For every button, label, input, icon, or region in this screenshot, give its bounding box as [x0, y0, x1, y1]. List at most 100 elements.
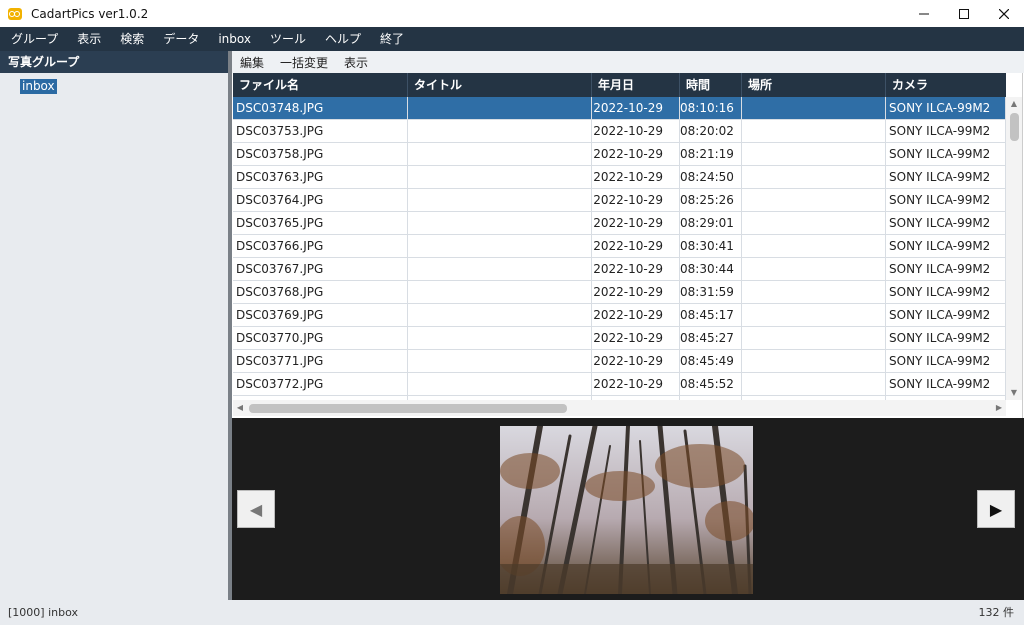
title-cell: [408, 212, 592, 234]
place-cell: [742, 304, 886, 326]
table-row[interactable]: DSC03769.JPG 2022-10-29 08:45:17 SONY ILCA-…: [233, 304, 1006, 327]
vertical-scrollbar[interactable]: ▲ ▼: [1006, 97, 1022, 400]
toolbar: 編集 一括変更 表示: [232, 51, 1024, 73]
table-row[interactable]: DSC03767.JPG 2022-10-29 08:30:44 SONY ILCA-…: [233, 258, 1006, 281]
title-cell: [408, 143, 592, 165]
filename-cell: DSC03772.JPG: [233, 373, 408, 395]
camera-cell: SONY ILCA-99M2: [886, 281, 1006, 303]
edit-button[interactable]: 編集: [232, 54, 272, 71]
place-cell: [742, 97, 886, 119]
next-photo-button[interactable]: ▶: [977, 490, 1015, 528]
place-cell: [742, 212, 886, 234]
filename-cell: DSC03763.JPG: [233, 166, 408, 188]
close-button[interactable]: [984, 0, 1024, 27]
time-cell: 08:31:59: [680, 281, 742, 303]
table-row[interactable]: DSC03763.JPG 2022-10-29 08:24:50 SONY ILCA-…: [233, 166, 1006, 189]
column-header-date[interactable]: 年月日: [592, 73, 680, 97]
column-header-title[interactable]: タイトル: [408, 73, 592, 97]
scroll-up-icon[interactable]: ▲: [1006, 97, 1022, 111]
maximize-button[interactable]: [944, 0, 984, 27]
menu-tools[interactable]: ツール: [262, 27, 314, 51]
table-row[interactable]: DSC03771.JPG 2022-10-29 08:45:49 SONY ILCA-…: [233, 350, 1006, 373]
place-cell: [742, 281, 886, 303]
window-controls: [904, 0, 1024, 27]
table-row[interactable]: DSC03772.JPG 2022-10-29 08:45:52 SONY ILCA-…: [233, 373, 1006, 396]
time-cell: 08:21:19: [680, 143, 742, 165]
date-cell: 2022-10-29: [592, 350, 680, 372]
filename-cell: DSC03748.JPG: [233, 97, 408, 119]
minimize-button[interactable]: [904, 0, 944, 27]
time-cell: 08:10:16: [680, 97, 742, 119]
filename-cell: DSC03771.JPG: [233, 350, 408, 372]
title-cell: [408, 166, 592, 188]
column-header-time[interactable]: 時間: [680, 73, 742, 97]
scroll-right-icon[interactable]: ▶: [992, 400, 1006, 416]
filename-cell: DSC03765.JPG: [233, 212, 408, 234]
menu-group[interactable]: グループ: [3, 27, 66, 51]
menu-data[interactable]: データ: [155, 27, 207, 51]
menu-exit[interactable]: 終了: [372, 27, 412, 51]
menu-inbox[interactable]: inbox: [210, 27, 259, 51]
place-cell: [742, 189, 886, 211]
place-cell: [742, 373, 886, 395]
filename-cell: DSC03753.JPG: [233, 120, 408, 142]
horizontal-scrollbar[interactable]: ◀ ▶: [233, 400, 1006, 416]
previous-photo-button[interactable]: ◀: [237, 490, 275, 528]
scroll-left-icon[interactable]: ◀: [233, 400, 247, 416]
table-row[interactable]: DSC03765.JPG 2022-10-29 08:29:01 SONY ILCA-…: [233, 212, 1006, 235]
horizontal-scroll-thumb[interactable]: [249, 404, 567, 413]
camera-cell: SONY ILCA-99M2: [886, 120, 1006, 142]
camera-cell: SONY ILCA-99M2: [886, 373, 1006, 395]
batch-change-button[interactable]: 一括変更: [272, 54, 336, 71]
time-cell: 08:45:52: [680, 373, 742, 395]
time-cell: 08:30:44: [680, 258, 742, 280]
title-cell: [408, 281, 592, 303]
main-pane: 編集 一括変更 表示 ファイル名 タイトル 年月日 時間 場所 カメラ DSC0…: [232, 51, 1024, 600]
camera-cell: SONY ILCA-99M2: [886, 327, 1006, 349]
menu-bar: グループ 表示 検索 データ inbox ツール ヘルプ 終了: [0, 27, 1024, 51]
place-cell: [742, 235, 886, 257]
menu-view[interactable]: 表示: [69, 27, 109, 51]
place-cell: [742, 327, 886, 349]
title-cell: [408, 373, 592, 395]
date-cell: 2022-10-29: [592, 143, 680, 165]
date-cell: 2022-10-29: [592, 327, 680, 349]
table-body: DSC03748.JPG 2022-10-29 08:10:16 SONY ILCA-…: [233, 97, 1006, 400]
table-row[interactable]: DSC03768.JPG 2022-10-29 08:31:59 SONY ILCA-…: [233, 281, 1006, 304]
group-item-inbox[interactable]: inbox: [20, 79, 57, 94]
column-header-place[interactable]: 場所: [742, 73, 886, 97]
table-row[interactable]: DSC03764.JPG 2022-10-29 08:25:26 SONY ILCA-…: [233, 189, 1006, 212]
table-row[interactable]: DSC03758.JPG 2022-10-29 08:21:19 SONY ILCA-…: [233, 143, 1006, 166]
camera-cell: SONY ILCA-99M2: [886, 143, 1006, 165]
filename-cell: DSC03766.JPG: [233, 235, 408, 257]
table-row[interactable]: DSC03748.JPG 2022-10-29 08:10:16 SONY ILCA-…: [233, 97, 1006, 120]
scroll-down-icon[interactable]: ▼: [1006, 386, 1022, 400]
status-count: 132 件: [978, 606, 1015, 619]
title-cell: [408, 97, 592, 119]
title-bar: CadartPics ver1.0.2: [0, 0, 1024, 27]
table-row[interactable]: DSC03766.JPG 2022-10-29 08:30:41 SONY ILCA-…: [233, 235, 1006, 258]
date-cell: 2022-10-29: [592, 373, 680, 395]
triangle-left-icon: ◀: [249, 499, 263, 519]
title-cell: [408, 120, 592, 142]
date-cell: 2022-10-29: [592, 258, 680, 280]
column-header-filename[interactable]: ファイル名: [233, 73, 408, 97]
title-cell: [408, 235, 592, 257]
title-cell: [408, 350, 592, 372]
filename-cell: DSC03770.JPG: [233, 327, 408, 349]
table-row[interactable]: DSC03753.JPG 2022-10-29 08:20:02 SONY ILCA-…: [233, 120, 1006, 143]
column-header-camera[interactable]: カメラ: [886, 73, 1006, 97]
vertical-scroll-thumb[interactable]: [1010, 113, 1019, 141]
time-cell: 08:45:27: [680, 327, 742, 349]
minimize-icon: [919, 13, 929, 14]
photo-viewer: ◀ ▶: [232, 418, 1024, 600]
filename-cell: DSC03769.JPG: [233, 304, 408, 326]
date-cell: 2022-10-29: [592, 304, 680, 326]
photo-preview: [500, 426, 753, 594]
table-row[interactable]: DSC03770.JPG 2022-10-29 08:45:27 SONY ILCA-…: [233, 327, 1006, 350]
view-button[interactable]: 表示: [336, 54, 376, 71]
menu-search[interactable]: 検索: [112, 27, 152, 51]
camera-cell: SONY ILCA-99M2: [886, 258, 1006, 280]
menu-help[interactable]: ヘルプ: [317, 27, 369, 51]
date-cell: 2022-10-29: [592, 212, 680, 234]
